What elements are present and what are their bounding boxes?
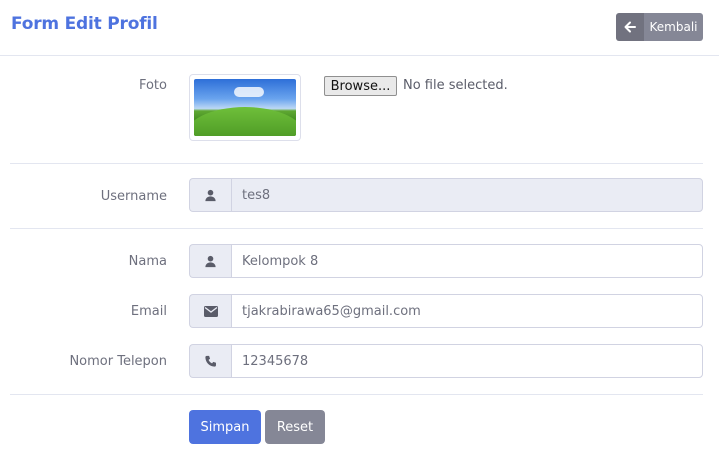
phone-input-group xyxy=(189,344,703,378)
reset-button[interactable]: Reset xyxy=(265,410,325,444)
browse-button[interactable]: Browse... xyxy=(324,76,397,96)
user-icon xyxy=(189,178,231,212)
username-label: Username xyxy=(100,189,167,204)
page-title: Form Edit Profil xyxy=(11,14,158,34)
nama-field[interactable] xyxy=(231,244,703,278)
username-input-group xyxy=(189,178,703,212)
email-label: Email xyxy=(130,304,167,319)
photo-label: Foto xyxy=(138,78,167,93)
user-icon xyxy=(189,244,231,278)
phone-label: Nomor Telepon xyxy=(69,354,167,369)
username-field[interactable] xyxy=(231,178,703,212)
email-field[interactable] xyxy=(231,294,703,328)
profile-photo-thumbnail xyxy=(189,74,301,141)
envelope-icon xyxy=(189,294,231,328)
divider xyxy=(10,228,703,229)
profile-photo xyxy=(194,79,296,136)
back-button[interactable]: Kembali xyxy=(616,13,703,41)
file-status-text: No file selected. xyxy=(403,78,508,93)
phone-icon xyxy=(189,344,231,378)
arrow-left-icon xyxy=(616,13,644,41)
email-input-group xyxy=(189,294,703,328)
phone-field[interactable] xyxy=(231,344,703,378)
page-header: Form Edit Profil Kembali xyxy=(0,0,719,56)
divider xyxy=(10,394,703,395)
nama-input-group xyxy=(189,244,703,278)
save-button[interactable]: Simpan xyxy=(189,410,261,444)
divider xyxy=(10,163,703,164)
nama-label: Nama xyxy=(128,254,167,269)
back-button-label: Kembali xyxy=(649,20,698,34)
